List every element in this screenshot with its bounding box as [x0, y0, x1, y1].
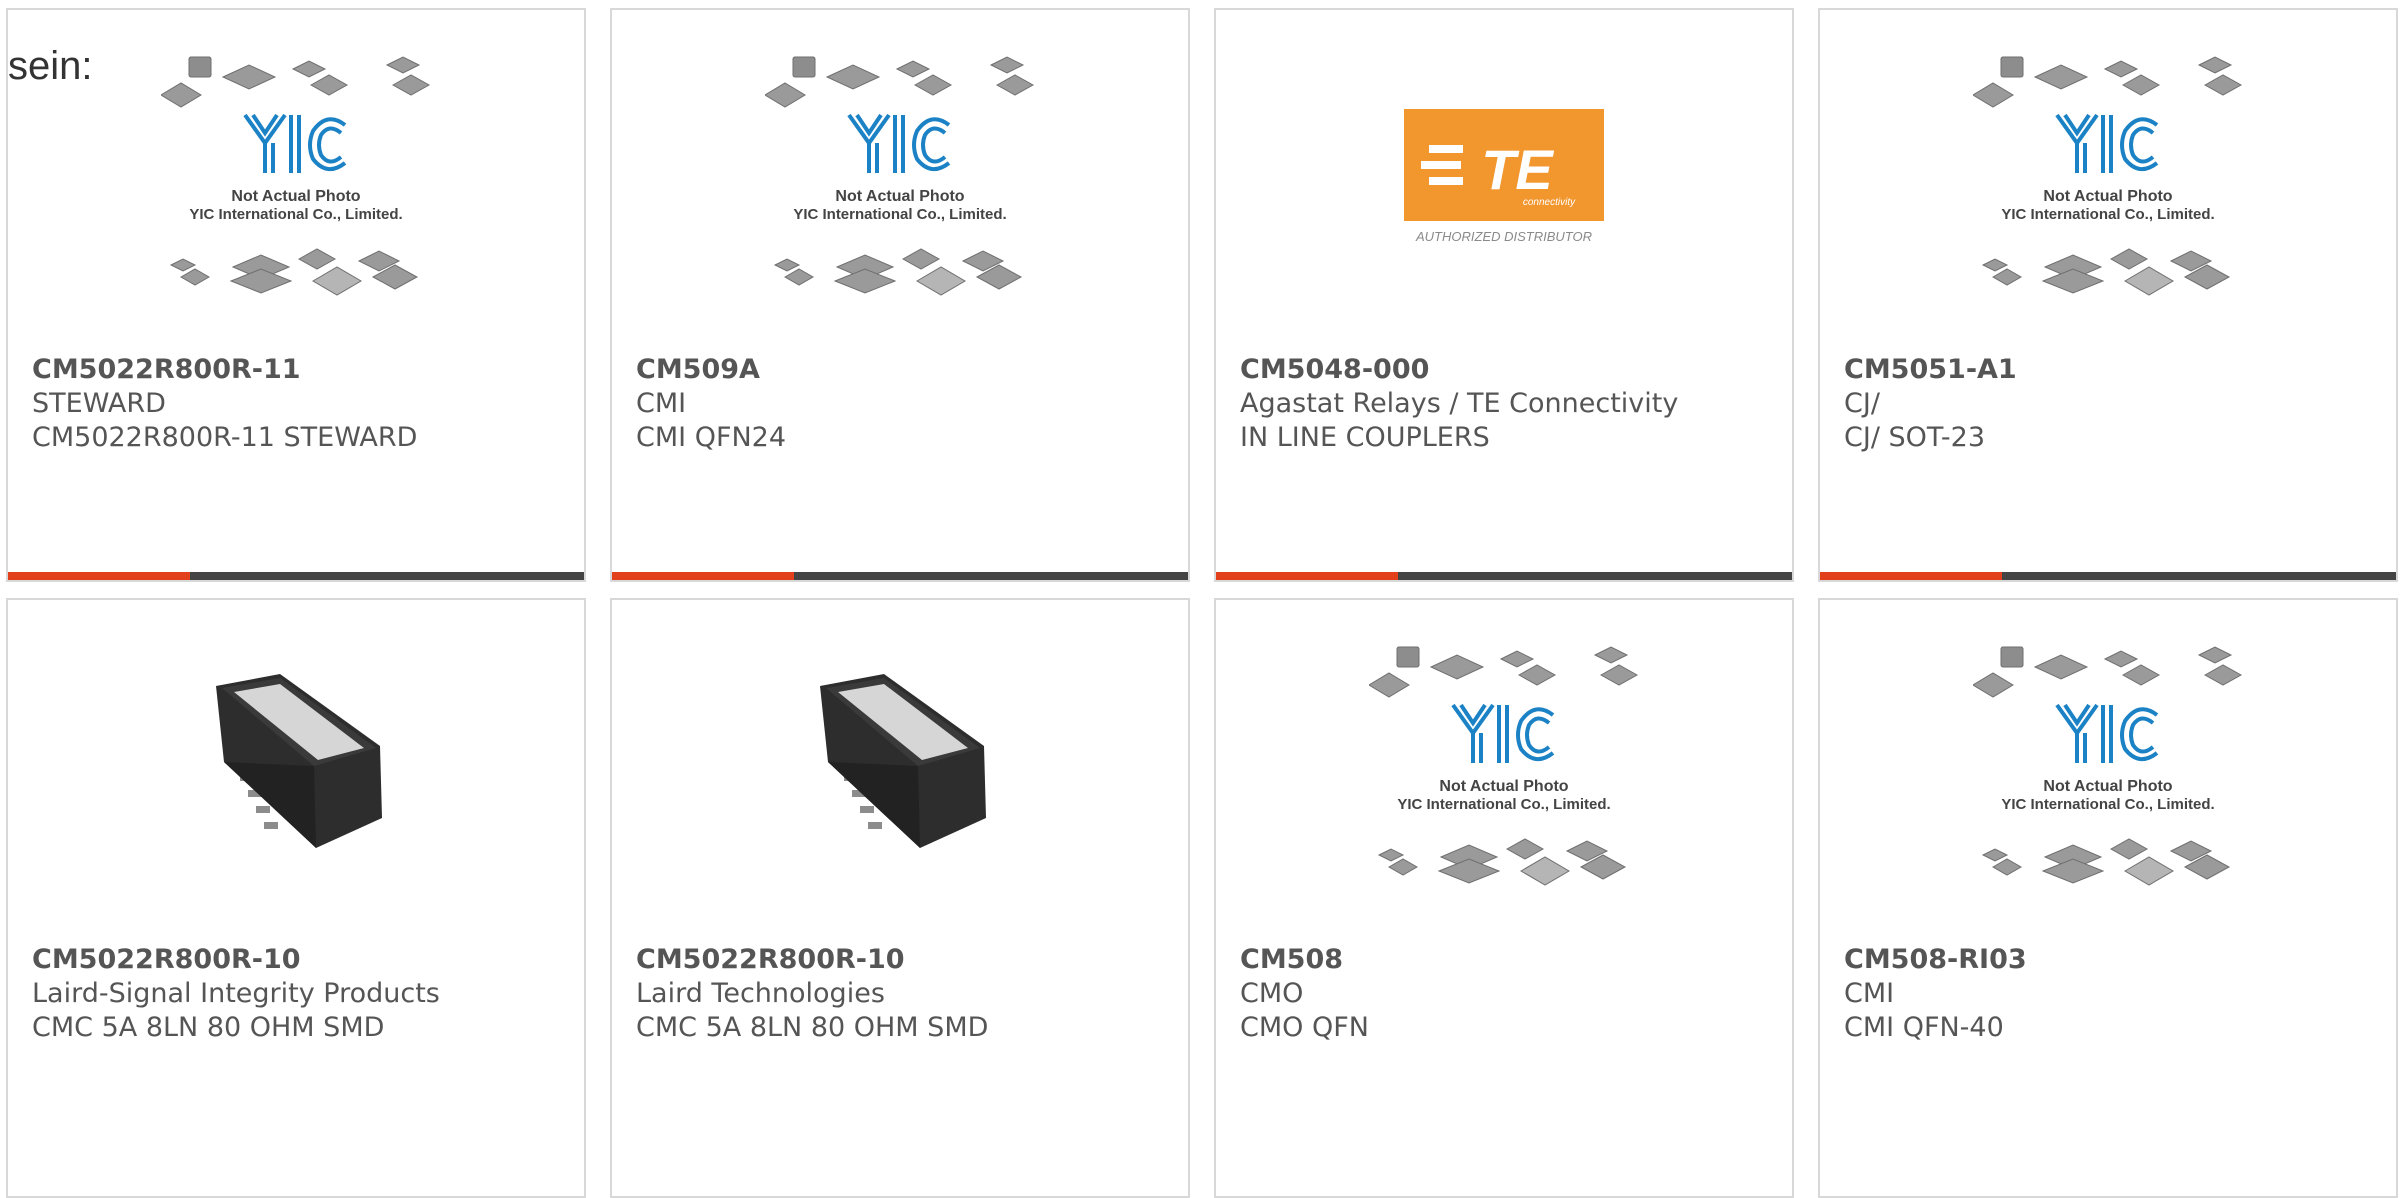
product-card[interactable]: CM5022R800R-10 Laird Technologies CMC 5A 8… — [610, 598, 1190, 1198]
placeholder-line2: YIC International Co., Limited. — [189, 206, 402, 223]
product-image[interactable]: Not Actual Photo YIC International Co., L… — [8, 10, 584, 350]
product-info: CM5022R800R-11 STEWARD CM5022R800R-11 STEW… — [32, 353, 568, 455]
placeholder-line1: Not Actual Photo — [2043, 188, 2172, 205]
product-image[interactable]: Not Actual Photo YIC International Co., L… — [1820, 10, 2396, 350]
description: CMC 5A 8LN 80 OHM SMD — [32, 1012, 385, 1043]
te-sub-text: connectivity — [1523, 197, 1576, 208]
description: CMC 5A 8LN 80 OHM SMD — [636, 1012, 989, 1043]
part-number[interactable]: CM508-RI03 — [1844, 943, 2380, 977]
manufacturer: Agastat Relays / TE Connectivity — [1240, 388, 1679, 419]
placeholder-line1: Not Actual Photo — [835, 188, 964, 205]
manufacturer: STEWARD — [32, 388, 166, 419]
smd-choke-image — [820, 674, 986, 848]
te-connectivity-logo: TEconnectivity AUTHORIZED DISTRIBUTOR — [1404, 109, 1604, 244]
product-image[interactable] — [8, 600, 584, 940]
card-accent-strip — [612, 572, 794, 580]
card-bottom-bar — [1820, 572, 2396, 580]
product-image[interactable]: Not Actual Photo YIC International Co., L… — [612, 10, 1188, 350]
te-brand-text: TE — [1481, 138, 1554, 201]
yic-placeholder-image: Not Actual PhotoYIC International Co., L… — [1369, 645, 1639, 887]
smd-choke-image — [216, 674, 382, 848]
product-card[interactable]: Not Actual Photo YIC International Co., L… — [1818, 8, 2398, 582]
placeholder-line2: YIC International Co., Limited. — [1397, 796, 1610, 813]
te-tagline: AUTHORIZED DISTRIBUTOR — [1415, 229, 1592, 244]
part-number[interactable]: CM5048-000 — [1240, 353, 1776, 387]
part-number[interactable]: CM509A — [636, 353, 1172, 387]
product-info: CM5022R800R-10 Laird-Signal Integrity Pro… — [32, 943, 568, 1045]
part-number[interactable]: CM5022R800R-10 — [32, 943, 568, 977]
product-info: CM5048-000 Agastat Relays / TE Connectivi… — [1240, 353, 1776, 455]
product-image[interactable]: Not Actual Photo YIC International Co., L… — [1216, 600, 1792, 940]
product-info: CM5022R800R-10 Laird Technologies CMC 5A 8… — [636, 943, 1172, 1045]
manufacturer: CMI — [1844, 978, 1895, 1009]
product-info: CM509A CMI CMI QFN24 — [636, 353, 1172, 455]
manufacturer: CMO — [1240, 978, 1304, 1009]
product-card[interactable]: Not Actual Photo YIC International Co., L… — [610, 8, 1190, 582]
intro-text: sein: — [8, 44, 93, 88]
manufacturer: CMI — [636, 388, 687, 419]
product-image[interactable] — [612, 600, 1188, 940]
part-number[interactable]: CM5022R800R-11 — [32, 353, 568, 387]
yic-placeholder-image: Not Actual PhotoYIC International Co., L… — [1973, 645, 2243, 887]
product-card[interactable]: Not Actual Photo YIC International Co., L… — [1214, 598, 1794, 1198]
product-info: CM5051-A1 CJ/CJ/ SOT-23 — [1844, 353, 2380, 455]
yic-placeholder-image: Not Actual PhotoYIC International Co., L… — [1973, 55, 2243, 297]
description: CJ/ SOT-23 — [1844, 422, 1985, 453]
product-card[interactable]: Not Actual Photo YIC International Co., L… — [1818, 598, 2398, 1198]
product-card[interactable]: CM5022R800R-10 Laird-Signal Integrity Pro… — [6, 598, 586, 1198]
part-number[interactable]: CM5051-A1 — [1844, 353, 2380, 387]
product-image[interactable]: Not Actual Photo YIC International Co., L… — [1820, 600, 2396, 940]
placeholder-line2: YIC International Co., Limited. — [2001, 206, 2214, 223]
yic-placeholder-image: Not Actual PhotoYIC International Co., L… — [161, 55, 431, 297]
placeholder-line1: Not Actual Photo — [1439, 778, 1568, 795]
product-info: CM508 CMO CMO QFN — [1240, 943, 1776, 1045]
card-bottom-bar — [1216, 572, 1792, 580]
description: IN LINE COUPLERS — [1240, 422, 1490, 453]
placeholder-line2: YIC International Co., Limited. — [2001, 796, 2214, 813]
card-accent-strip — [1216, 572, 1398, 580]
description: CM5022R800R-11 STEWARD — [32, 422, 418, 453]
product-image[interactable]: TE connectivity AUTHORIZED DISTRIBUTOR — [1216, 10, 1792, 350]
yic-placeholder-image: Not Actual PhotoYIC International Co., L… — [765, 55, 1035, 297]
manufacturer: CJ/ — [1844, 388, 1880, 419]
product-card[interactable]: Not Actual Photo YIC International Co., L… — [6, 8, 586, 582]
placeholder-line1: Not Actual Photo — [2043, 778, 2172, 795]
part-number[interactable]: CM5022R800R-10 — [636, 943, 1172, 977]
placeholder-line2: YIC International Co., Limited. — [793, 206, 1006, 223]
card-bottom-bar — [612, 572, 1188, 580]
product-info: CM508-RI03 CMI CMI QFN-40 — [1844, 943, 2380, 1045]
manufacturer: Laird Technologies — [636, 978, 885, 1009]
placeholder-line1: Not Actual Photo — [231, 188, 360, 205]
description: CMI QFN-40 — [1844, 1012, 2004, 1043]
card-accent-strip — [8, 572, 190, 580]
description: CMI QFN24 — [636, 422, 787, 453]
card-bottom-bar — [8, 572, 584, 580]
card-accent-strip — [1820, 572, 2002, 580]
description: CMO QFN — [1240, 1012, 1369, 1043]
product-card[interactable]: TE connectivity AUTHORIZED DISTRIBUTOR CM50… — [1214, 8, 1794, 582]
part-number[interactable]: CM508 — [1240, 943, 1776, 977]
manufacturer: Laird-Signal Integrity Products — [32, 978, 440, 1009]
